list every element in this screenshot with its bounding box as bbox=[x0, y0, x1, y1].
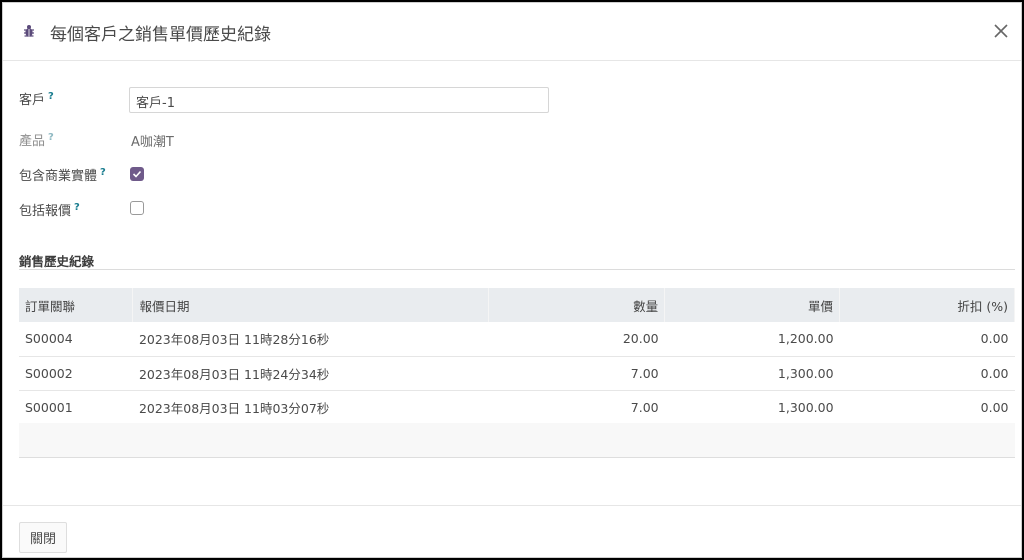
customer-field[interactable]: 客戶-1 bbox=[129, 87, 549, 113]
discount-cell: 0.00 bbox=[839, 356, 1015, 391]
include-quotation-checkbox[interactable] bbox=[130, 201, 144, 215]
close-button[interactable] bbox=[987, 17, 1015, 45]
quantity-cell: 7.00 bbox=[488, 356, 665, 391]
bug-icon bbox=[24, 25, 34, 37]
discount-cell: 0.00 bbox=[839, 322, 1015, 357]
help-icon[interactable]: ? bbox=[100, 167, 106, 178]
table-footer bbox=[19, 423, 1015, 458]
column-header-unit-price[interactable]: 單價 bbox=[664, 288, 841, 322]
quantity-cell: 7.00 bbox=[488, 390, 665, 425]
help-icon[interactable]: ? bbox=[48, 91, 54, 102]
table-row[interactable]: S00001 2023年08月03日 11時03分07秒 7.00 1,300.… bbox=[19, 390, 1015, 425]
unit-price-cell: 1,300.00 bbox=[664, 390, 840, 425]
date-cell: 2023年08月03日 11時24分34秒 bbox=[132, 356, 489, 391]
product-value: A咖潮T bbox=[131, 135, 174, 150]
section-divider bbox=[19, 269, 1015, 270]
close-button[interactable]: 關閉 bbox=[19, 522, 67, 553]
dialog: 每個客戶之銷售單價歷史紀錄 客戶? 客戶-1 產品? A咖潮T 包含商業實體? … bbox=[2, 2, 1022, 558]
product-label: 產品? bbox=[19, 132, 54, 149]
column-header-quantity[interactable]: 數量 bbox=[488, 288, 666, 322]
quantity-cell: 20.00 bbox=[488, 322, 665, 357]
include-commercial-entity-label: 包含商業實體? bbox=[19, 167, 106, 184]
section-title: 銷售歷史紀錄 bbox=[19, 254, 95, 269]
discount-cell: 0.00 bbox=[839, 390, 1015, 425]
column-header-discount[interactable]: 折扣 (%) bbox=[839, 288, 1015, 322]
unit-price-cell: 1,300.00 bbox=[664, 356, 840, 391]
customer-label: 客戶? bbox=[19, 91, 54, 108]
help-icon[interactable]: ? bbox=[74, 202, 80, 213]
table-header-row: 訂單關聯 報價日期 數量 單價 折扣 (%) bbox=[19, 288, 1015, 322]
order-cell: S00001 bbox=[19, 390, 133, 425]
order-cell: S00004 bbox=[19, 322, 133, 357]
order-cell: S00002 bbox=[19, 356, 133, 391]
dialog-header: 每個客戶之銷售單價歷史紀錄 bbox=[3, 3, 1021, 61]
unit-price-cell: 1,200.00 bbox=[664, 322, 840, 357]
date-cell: 2023年08月03日 11時03分07秒 bbox=[132, 390, 489, 425]
table-row[interactable]: S00002 2023年08月03日 11時24分34秒 7.00 1,300.… bbox=[19, 356, 1015, 391]
include-commercial-entity-checkbox[interactable] bbox=[130, 167, 144, 181]
date-cell: 2023年08月03日 11時28分16秒 bbox=[132, 322, 489, 357]
column-header-date[interactable]: 報價日期 bbox=[132, 288, 490, 322]
footer-divider bbox=[3, 505, 1021, 506]
table-row[interactable]: S00004 2023年08月03日 11時28分16秒 20.00 1,200… bbox=[19, 322, 1015, 357]
include-quotation-label: 包括報價? bbox=[19, 202, 80, 219]
column-header-order[interactable]: 訂單關聯 bbox=[19, 288, 134, 322]
dialog-title: 每個客戶之銷售單價歷史紀錄 bbox=[50, 25, 271, 45]
history-table: 訂單關聯 報價日期 數量 單價 折扣 (%) S00004 2023年08月03… bbox=[19, 288, 1015, 425]
close-icon bbox=[994, 24, 1008, 38]
help-icon[interactable]: ? bbox=[48, 132, 54, 143]
checkmark-icon bbox=[132, 170, 142, 178]
